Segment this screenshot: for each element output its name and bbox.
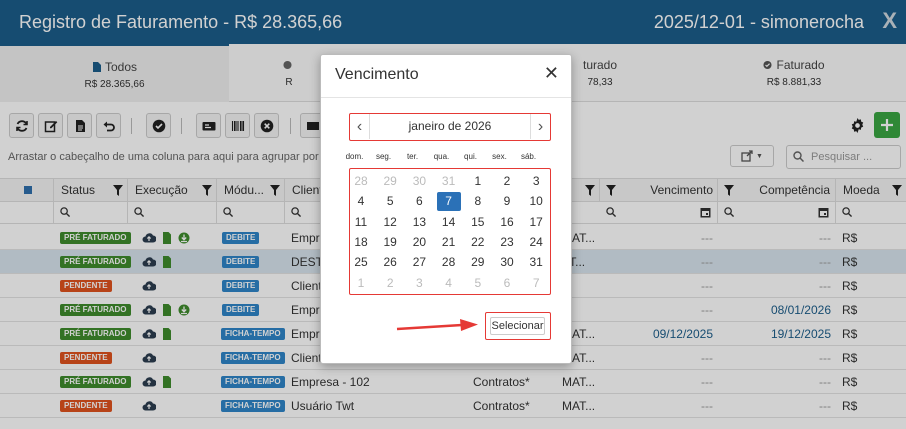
- weekday-label: sáb.: [520, 152, 537, 161]
- calendar-day[interactable]: 17: [524, 213, 548, 232]
- chevron-left-icon[interactable]: ‹: [350, 114, 370, 139]
- calendar-day[interactable]: 31: [437, 172, 461, 191]
- calendar-day[interactable]: 13: [407, 213, 431, 232]
- weekday-label: ter.: [406, 152, 419, 161]
- calendar-day[interactable]: 29: [378, 172, 402, 191]
- calendar-day[interactable]: 2: [495, 172, 519, 191]
- calendar-day[interactable]: 7: [524, 274, 548, 293]
- calendar-day[interactable]: 31: [524, 253, 548, 272]
- calendar-day[interactable]: 28: [349, 172, 373, 191]
- dialog-title: Vencimento: [335, 66, 419, 83]
- calendar-day[interactable]: 2: [378, 274, 402, 293]
- calendar-day[interactable]: 3: [407, 274, 431, 293]
- calendar-day[interactable]: 19: [378, 233, 402, 252]
- dialog-divider: [321, 97, 571, 98]
- calendar-day[interactable]: 30: [407, 172, 431, 191]
- close-icon[interactable]: ✕: [544, 63, 559, 84]
- calendar-day[interactable]: 11: [349, 213, 373, 232]
- calendar-day[interactable]: 22: [466, 233, 490, 252]
- calendar-day[interactable]: 27: [407, 253, 431, 272]
- calendar-navigation: ‹ janeiro de 2026 ›: [349, 113, 551, 141]
- calendar-day[interactable]: 4: [437, 274, 461, 293]
- calendar-day[interactable]: 10: [524, 192, 548, 211]
- calendar-day[interactable]: 14: [437, 213, 461, 232]
- calendar-day[interactable]: 23: [495, 233, 519, 252]
- calendar-day[interactable]: 29: [466, 253, 490, 272]
- calendar-day[interactable]: 5: [378, 192, 402, 211]
- calendar-day[interactable]: 24: [524, 233, 548, 252]
- calendar-day[interactable]: 9: [495, 192, 519, 211]
- calendar-day-selected[interactable]: 7: [436, 192, 461, 212]
- calendar-day[interactable]: 12: [378, 213, 402, 232]
- weekday-label: qui.: [464, 152, 477, 161]
- calendar-day[interactable]: 6: [495, 274, 519, 293]
- calendar-day[interactable]: 1: [466, 172, 490, 191]
- calendar-day[interactable]: 18: [349, 233, 373, 252]
- weekday-label: qua.: [433, 152, 450, 161]
- calendar-day[interactable]: 20: [407, 233, 431, 252]
- calendar-day[interactable]: 5: [466, 274, 490, 293]
- calendar-day[interactable]: 8: [466, 192, 490, 211]
- calendar-day[interactable]: 30: [495, 253, 519, 272]
- calendar-day[interactable]: 1: [349, 274, 373, 293]
- calendar-day[interactable]: 28: [437, 253, 461, 272]
- calendar-day[interactable]: 3: [524, 172, 548, 191]
- calendar-days: 28 29 30 31 1 2 3 4 5 6 7 8 9 10 11 12 13 14 15 16 17 18 19 20 2…: [349, 168, 551, 295]
- calendar-day[interactable]: 25: [349, 253, 373, 272]
- select-button[interactable]: Selecionar: [490, 317, 545, 335]
- calendar-day[interactable]: 16: [495, 213, 519, 232]
- weekday-label: sex.: [492, 152, 507, 161]
- annotation-arrow: [396, 319, 478, 331]
- weekday-label: seg.: [375, 152, 392, 161]
- calendar-day[interactable]: 26: [378, 253, 402, 272]
- calendar-day[interactable]: 4: [349, 192, 373, 211]
- select-button-highlight: Selecionar: [485, 312, 551, 340]
- calendar-day[interactable]: 21: [437, 233, 461, 252]
- calendar-day[interactable]: 15: [466, 213, 490, 232]
- weekday-label: dom.: [345, 152, 364, 161]
- calendar-day[interactable]: 6: [407, 192, 431, 211]
- month-label[interactable]: janeiro de 2026: [370, 114, 530, 139]
- chevron-right-icon[interactable]: ›: [530, 114, 550, 139]
